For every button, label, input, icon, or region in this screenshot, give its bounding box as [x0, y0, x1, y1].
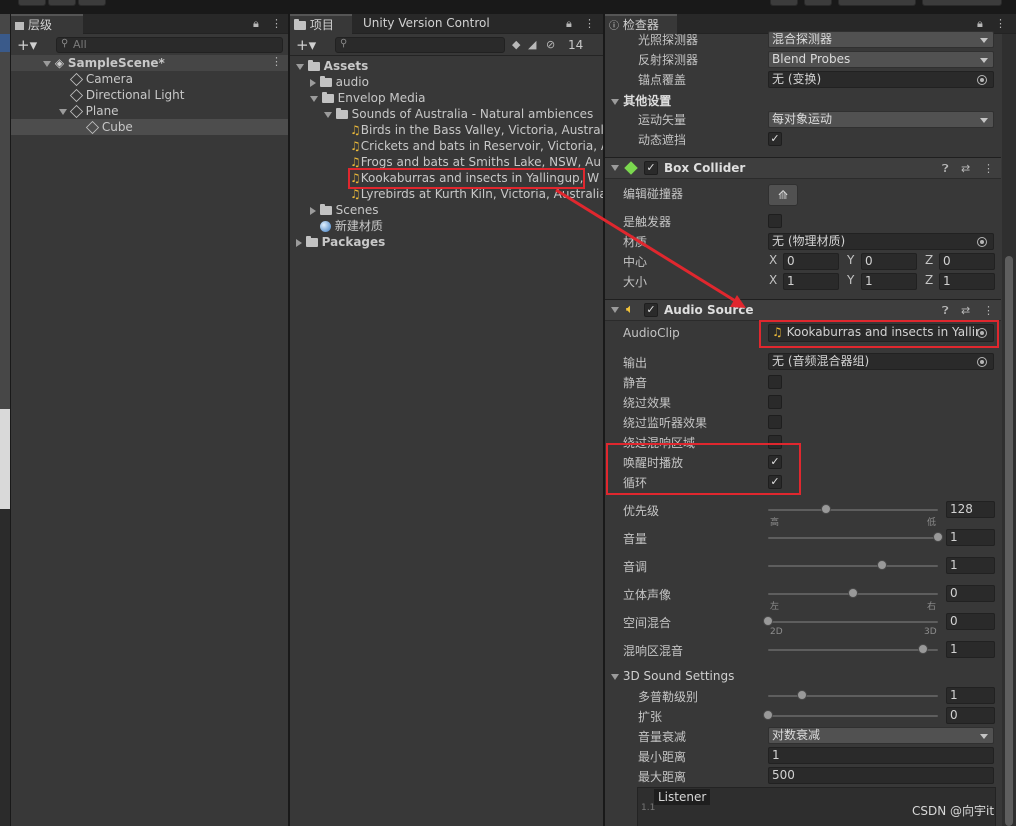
annotation-arrow	[555, 188, 746, 308]
watermark: CSDN @向宇it	[912, 804, 995, 818]
